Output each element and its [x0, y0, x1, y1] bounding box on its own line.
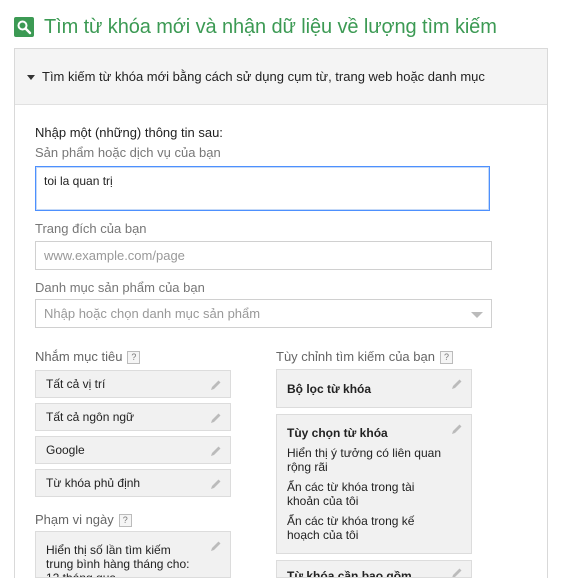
section-toggle[interactable]: Tìm kiếm từ khóa mới bằng cách sử dụng c… — [15, 49, 547, 105]
chip-label: Google — [46, 443, 85, 457]
help-icon[interactable]: ? — [127, 351, 141, 364]
keywords-include-title: Từ khóa cần bao gồm — [287, 569, 412, 578]
option-hide-plan-keywords: Ẩn các từ khóa trong kế hoạch của tôi — [287, 514, 415, 542]
category-select[interactable]: Nhập hoặc chọn danh mục sản phẩm — [35, 299, 492, 328]
section-label: Tìm kiếm từ khóa mới bằng cách sử dụng c… — [42, 69, 485, 84]
help-icon[interactable]: ? — [439, 351, 453, 364]
targeting-negative-keywords[interactable]: Từ khóa phủ định — [35, 469, 231, 497]
chip-label: Từ khóa phủ định — [46, 476, 141, 490]
keyword-options-title: Tùy chọn từ khóa — [287, 426, 388, 440]
keyword-filter-chip[interactable]: Bộ lọc từ khóa — [276, 369, 472, 408]
pencil-icon — [211, 479, 221, 489]
customize-label: Tùy chỉnh tìm kiếm của bạn — [276, 349, 435, 364]
chip-label: Tất cả vị trí — [46, 377, 106, 391]
product-input[interactable]: toi la quan trị — [35, 166, 490, 211]
product-input-value: toi la quan trị — [44, 174, 113, 188]
page-header: Tìm từ khóa mới và nhận dữ liệu về lượng… — [14, 14, 497, 40]
dropdown-arrow-icon — [471, 312, 483, 318]
customize-heading: Tùy chỉnh tìm kiếm của bạn? — [276, 349, 453, 364]
category-placeholder: Nhập hoặc chọn danh mục sản phẩm — [44, 306, 261, 321]
pencil-icon — [211, 380, 221, 390]
pencil-icon — [452, 379, 462, 389]
targeting-location[interactable]: Tất cả vị trí — [35, 370, 231, 398]
pencil-icon — [211, 413, 221, 423]
form-intro: Nhập một (những) thông tin sau: — [35, 125, 223, 140]
targeting-label: Nhắm mục tiêu — [35, 349, 123, 364]
date-range-text: Hiển thị số lần tìm kiếm trung bình hàng… — [46, 543, 190, 578]
chip-label: Tất cả ngôn ngữ — [46, 410, 135, 424]
landing-label: Trang đích của bạn — [35, 221, 147, 236]
landing-page-input[interactable]: www.example.com/page — [35, 241, 492, 270]
help-icon[interactable]: ? — [118, 514, 132, 527]
pencil-icon — [211, 541, 221, 551]
keyword-options-chip[interactable]: Tùy chọn từ khóa Hiển thị ý tưởng có liê… — [276, 414, 472, 554]
targeting-network[interactable]: Google — [35, 436, 231, 464]
category-label: Danh mục sản phẩm của bạn — [35, 280, 205, 295]
date-range-heading: Phạm vi ngày? — [35, 512, 132, 527]
landing-placeholder: www.example.com/page — [44, 248, 185, 263]
date-range-chip[interactable]: Hiển thị số lần tìm kiếm trung bình hàng… — [35, 531, 231, 578]
page-title: Tìm từ khóa mới và nhận dữ liệu về lượng… — [44, 15, 497, 38]
keyword-filter-title: Bộ lọc từ khóa — [287, 381, 372, 396]
targeting-language[interactable]: Tất cả ngôn ngữ — [35, 403, 231, 431]
pencil-icon — [211, 446, 221, 456]
search-icon — [14, 17, 34, 37]
caret-down-icon — [27, 74, 35, 80]
targeting-heading: Nhắm mục tiêu? — [35, 349, 141, 364]
pencil-icon — [452, 424, 462, 434]
option-hide-account-keywords: Ẩn các từ khóa trong tài khoản của tôi — [287, 480, 415, 508]
date-range-label: Phạm vi ngày — [35, 512, 114, 527]
keywords-include-chip[interactable]: Từ khóa cần bao gồm — [276, 560, 472, 578]
pencil-icon — [452, 568, 462, 577]
product-label: Sản phẩm hoặc dịch vụ của bạn — [35, 145, 221, 160]
option-broad-ideas: Hiển thị ý tưởng có liên quan rộng rãi — [287, 446, 441, 474]
